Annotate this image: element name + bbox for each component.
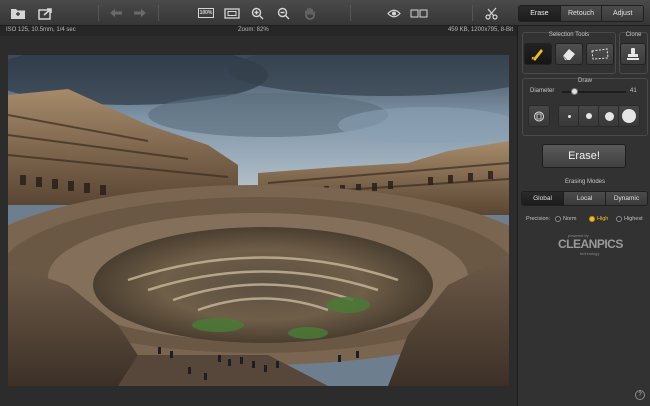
redo-button[interactable] [130, 4, 150, 22]
zoom-out-icon [277, 7, 289, 19]
eye-icon [387, 9, 401, 17]
draw-title: Draw [577, 78, 592, 84]
tab-retouch[interactable]: Retouch [560, 6, 603, 21]
app-window: 100% Erase Retouch Adjust ISO 125, 10.5m… [0, 0, 650, 406]
zoom-in-icon [251, 7, 263, 19]
erasing-modes-title: Erasing Modes [564, 179, 606, 185]
precision-high-label: High [597, 216, 609, 222]
brush-size-3-button[interactable] [598, 105, 620, 127]
zoom-in-button[interactable] [248, 4, 266, 22]
lasso-icon [591, 48, 609, 60]
split-view-icon [410, 9, 428, 17]
brush-size-1-button[interactable] [558, 105, 580, 127]
zoom-level: Zoom: 82% [238, 27, 269, 33]
info-bar: ISO 125, 10.5mm, 1/4 sec Zoom: 82% 459 K… [0, 26, 517, 36]
zoom-100-label: 100% [197, 8, 215, 18]
help-button[interactable]: ? [635, 390, 645, 400]
pan-button[interactable] [300, 4, 320, 22]
colosseum-photo[interactable] [8, 55, 509, 386]
erase-button[interactable]: Erase! [542, 144, 626, 168]
logo-brand: CLEANPICS [558, 237, 623, 251]
scissors-icon [485, 7, 498, 20]
logo-technology: technology [580, 251, 600, 256]
precision-high-radio[interactable] [589, 216, 595, 222]
brush-size-4-dot [622, 109, 636, 123]
redo-icon [134, 9, 146, 17]
zoom-100-button[interactable]: 100% [196, 4, 216, 22]
hand-icon [305, 7, 315, 20]
tab-dynamic[interactable]: Dynamic [606, 192, 647, 205]
file-info: 459 KB, 1200x795, 8-Bit [447, 27, 513, 33]
toolbar: 100% Erase Retouch Adjust [0, 0, 650, 26]
undo-button[interactable] [106, 4, 126, 22]
compare-button[interactable] [408, 4, 430, 22]
folder-open-icon [11, 8, 25, 19]
mode-tabs: Erase Retouch Adjust [518, 5, 644, 22]
cleanpics-logo: powered by CLEANPICS technology [558, 233, 623, 259]
tool-panel: Selection Tools Clone Draw Diameter 41 E… [517, 26, 650, 406]
undo-icon [110, 9, 122, 17]
share-button[interactable] [36, 4, 56, 22]
canvas-area[interactable] [0, 36, 517, 406]
tab-erase[interactable]: Erase [519, 6, 561, 21]
brush-size-1-dot [567, 114, 571, 118]
precision-row: Precision: Norm High Highest [526, 215, 648, 225]
brush-size-3-dot [604, 111, 614, 121]
precision-norm-label: Norm [563, 216, 577, 222]
fit-to-screen-icon [224, 7, 240, 19]
brush-icon [531, 49, 543, 61]
brush-size-4-button[interactable] [618, 105, 640, 127]
diameter-value: 41 [630, 88, 637, 94]
tab-local[interactable]: Local [564, 192, 606, 205]
cut-button[interactable] [482, 4, 502, 22]
eraser-icon [562, 49, 575, 61]
clone-title: Clone [625, 32, 642, 38]
lasso-tool-button[interactable] [586, 43, 614, 65]
share-icon [38, 7, 52, 20]
erasing-modes-tabs: Global Local Dynamic [521, 191, 648, 206]
clone-stamp-button[interactable] [620, 43, 646, 65]
tab-global[interactable]: Global [522, 192, 564, 205]
preview-button[interactable] [384, 4, 404, 22]
precision-highest-label: Highest [624, 216, 643, 222]
brush-hardness-button[interactable] [528, 105, 550, 127]
tab-adjust[interactable]: Adjust [602, 6, 643, 21]
open-button[interactable] [8, 4, 28, 22]
trash-icon [534, 111, 544, 121]
diameter-slider[interactable] [562, 88, 626, 95]
brush-tool-button[interactable] [524, 43, 552, 65]
eraser-tool-button[interactable] [555, 43, 583, 65]
brush-size-2-dot [586, 113, 592, 119]
precision-highest-radio[interactable] [616, 216, 622, 222]
exif-info: ISO 125, 10.5mm, 1/4 sec [6, 27, 76, 33]
precision-norm-radio[interactable] [555, 216, 561, 222]
diameter-label: Diameter [530, 88, 555, 94]
stamp-icon [627, 48, 639, 60]
brush-size-2-button[interactable] [578, 105, 600, 127]
selection-tools-title: Selection Tools [548, 32, 590, 38]
zoom-out-button[interactable] [274, 4, 292, 22]
photo-canvas[interactable] [8, 55, 509, 386]
precision-label: Precision: [526, 216, 551, 222]
fit-screen-button[interactable] [222, 4, 242, 22]
